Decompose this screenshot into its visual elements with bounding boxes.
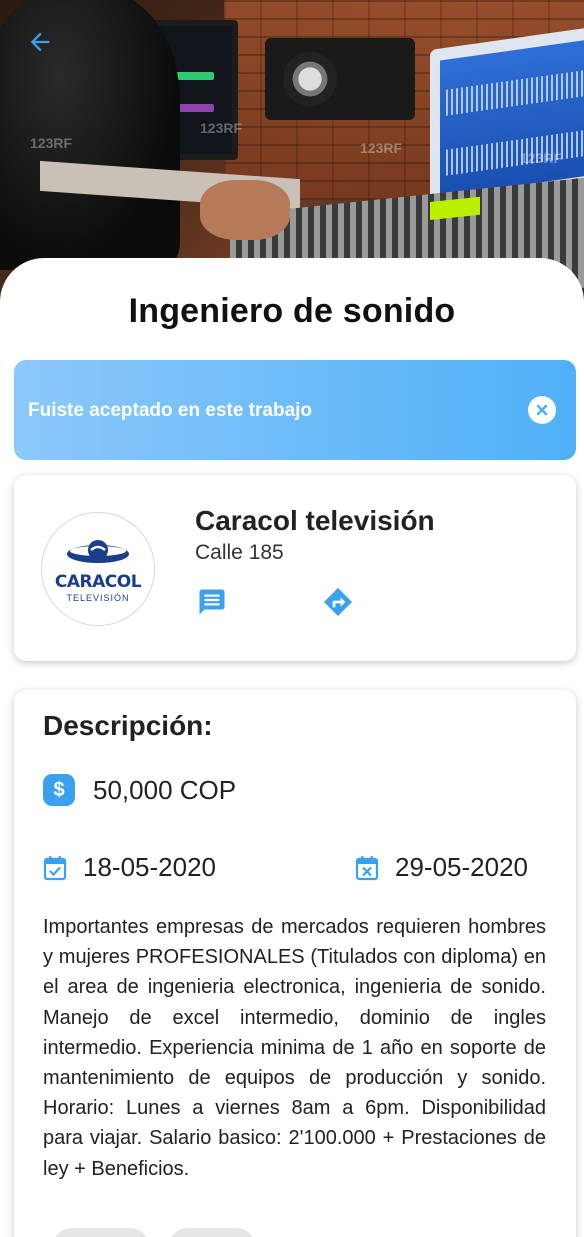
directions-icon <box>324 588 352 616</box>
logo-subtext: TELEVISIÓN <box>66 592 130 603</box>
watermark: 123RF <box>360 140 403 156</box>
close-banner-button[interactable] <box>528 396 556 424</box>
hand <box>200 180 290 240</box>
salary-value: 50,000 COP <box>93 774 237 805</box>
chat-button[interactable] <box>195 585 229 619</box>
calendar-x-icon <box>355 855 379 880</box>
start-date-row: 18-05-2020 <box>43 852 216 883</box>
calendar-check-icon <box>43 855 67 880</box>
company-logo: CARACOL TELEVISIÓN <box>41 512 155 626</box>
description-text: Importantes empresas de mercados requier… <box>43 916 546 1180</box>
tag-chip[interactable] <box>168 1228 256 1237</box>
watermark: 123RF <box>30 135 73 151</box>
company-card[interactable]: CARACOL TELEVISIÓN Caracol televisión Ca… <box>14 475 576 661</box>
dollar-icon: $ <box>43 774 75 806</box>
close-circle-icon <box>536 404 548 416</box>
company-name: Caracol televisión <box>195 505 435 536</box>
status-banner: Fuiste aceptado en este trabajo <box>14 360 576 460</box>
watermark: 123RF <box>200 120 243 136</box>
arrow-back-icon <box>30 32 50 52</box>
tag-chip[interactable] <box>52 1228 150 1237</box>
start-date: 18-05-2020 <box>83 852 216 882</box>
description-heading: Descripción: <box>43 710 213 741</box>
header-photo: 123RF 123RF 123RF 123RF <box>0 0 584 300</box>
company-address: Calle 185 <box>195 541 284 564</box>
salary-row: $ 50,000 COP <box>43 774 236 806</box>
logo-brand: CARACOL <box>54 571 142 592</box>
chat-icon <box>199 589 225 615</box>
status-message: Fuiste aceptado en este trabajo <box>28 400 313 421</box>
description-card: Descripción: $ 50,000 COP 18-05-2020 29-… <box>14 690 576 1237</box>
directions-button[interactable] <box>321 585 355 619</box>
end-date-row: 29-05-2020 <box>355 852 528 883</box>
page-title: Ingeniero de sonido <box>128 292 456 330</box>
studio-speaker <box>265 38 415 120</box>
caracol-logo-icon <box>67 539 129 563</box>
back-button[interactable] <box>22 24 58 60</box>
watermark: 123RF <box>520 150 563 166</box>
end-date: 29-05-2020 <box>395 852 528 882</box>
